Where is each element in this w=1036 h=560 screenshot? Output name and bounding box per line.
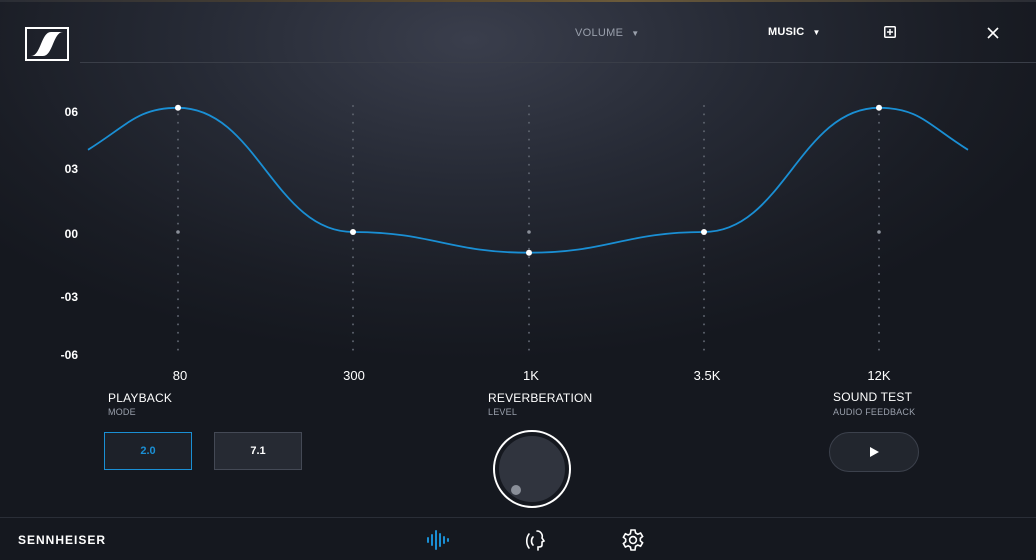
eq-band-handle-1K[interactable] xyxy=(526,249,532,256)
footer-bar: SENNHEISER xyxy=(0,517,1036,560)
eq-band-handle-12K[interactable] xyxy=(876,104,882,111)
eq-y-tick-label: 06 xyxy=(64,105,78,119)
equalizer-graph[interactable] xyxy=(0,0,1036,380)
eq-band-label: 300 xyxy=(343,368,365,383)
eq-band-label: 80 xyxy=(172,368,188,383)
mode-7-1-button[interactable]: 7.1 xyxy=(214,432,302,470)
sound-test-title: SOUND TEST xyxy=(833,390,913,404)
eq-y-tick-label: -03 xyxy=(60,290,78,304)
equalizer-icon[interactable] xyxy=(426,528,450,552)
reverberation-knob[interactable] xyxy=(491,428,573,510)
playback-title: PLAYBACK xyxy=(108,391,173,405)
settings-icon[interactable] xyxy=(621,528,645,552)
brand-name: SENNHEISER xyxy=(18,533,107,547)
eq-y-tick-label: -06 xyxy=(60,348,78,362)
voice-icon[interactable] xyxy=(524,528,548,552)
play-icon xyxy=(870,447,879,457)
playback-subtitle: MODE xyxy=(108,407,136,417)
mode-2-0-button[interactable]: 2.0 xyxy=(104,432,192,470)
reverberation-subtitle: LEVEL xyxy=(488,407,518,417)
eq-band-handle-300[interactable] xyxy=(350,229,356,235)
main-panel: VOLUME ▼ MUSIC ▼ 06 03 00 -03 -06 80 300 1K 3.5K 1… xyxy=(0,0,1036,517)
eq-band-label: 3.5K xyxy=(693,368,721,383)
eq-band-label: 12K xyxy=(867,368,891,383)
eq-y-tick-label: 03 xyxy=(64,162,78,176)
eq-band-handle-80[interactable] xyxy=(175,104,181,111)
sound-test-play-button[interactable] xyxy=(829,432,919,472)
eq-band-handle-3.5K[interactable] xyxy=(701,229,707,235)
eq-band-label: 1K xyxy=(523,368,539,383)
reverberation-title: REVERBERATION xyxy=(488,391,593,405)
sound-test-subtitle: AUDIO FEEDBACK xyxy=(833,407,916,417)
eq-y-tick-label: 00 xyxy=(64,227,78,241)
